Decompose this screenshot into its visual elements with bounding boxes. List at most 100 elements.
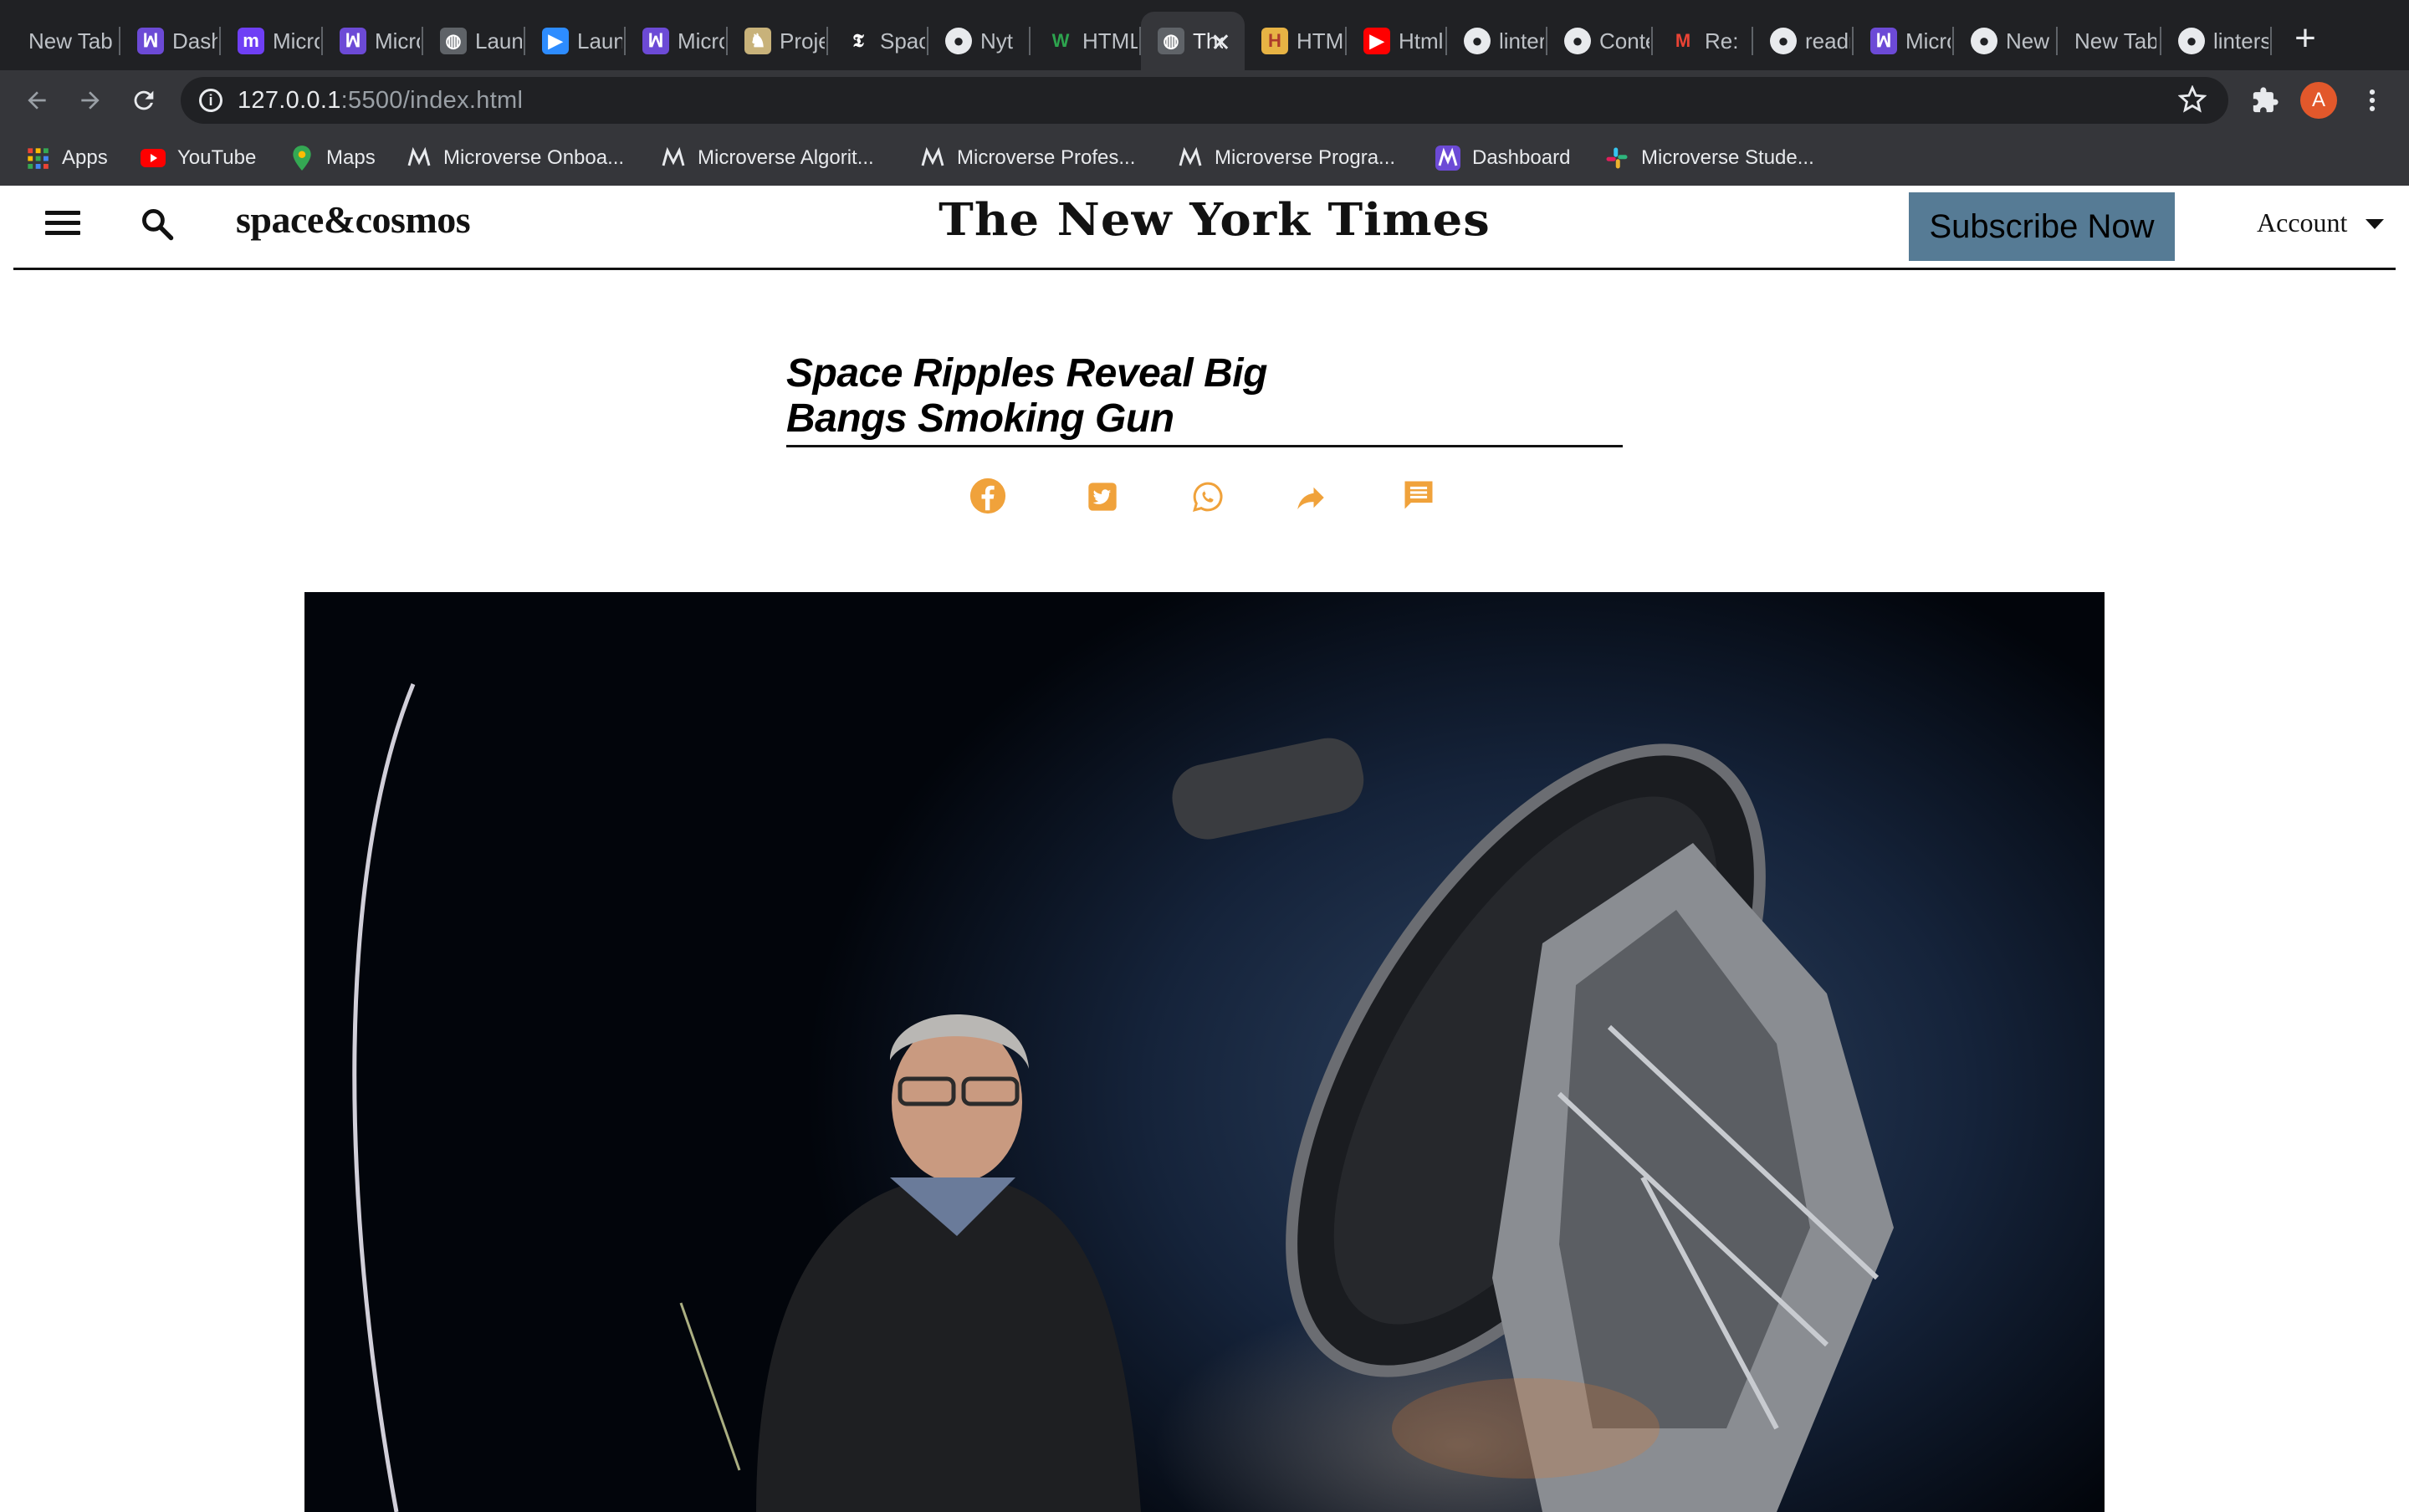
close-tab-icon[interactable]: ✕	[1210, 28, 1231, 58]
tab-title: Microverse	[375, 28, 420, 54]
bookmark-star-icon[interactable]	[2177, 84, 2207, 118]
tab-title: Launch	[475, 28, 522, 54]
browser-tab[interactable]: W HTML	[1031, 12, 1141, 70]
bookmark-label: Apps	[62, 146, 108, 169]
browser-tab[interactable]: ● linters	[1447, 12, 1547, 70]
article-headline: Space Ripples Reveal Big Bangs Smoking G…	[786, 351, 1267, 441]
microverse-icon	[407, 146, 432, 171]
bookmark-item[interactable]: YouTube	[141, 142, 256, 174]
youtube-icon: ▶	[1363, 28, 1390, 54]
tab-title: New	[2006, 28, 2050, 54]
zoom-icon: ▶	[542, 28, 569, 54]
browser-tab[interactable]: H HTML	[1245, 12, 1347, 70]
bookmark-label: Microverse Stude...	[1641, 146, 1814, 169]
bookmark-item[interactable]: Microverse Onboa...	[407, 142, 624, 174]
share-arrow-icon[interactable]	[1293, 477, 1328, 519]
bookmark-label: Microverse Algorit...	[698, 146, 874, 169]
project-icon: ♞	[744, 28, 771, 54]
bookmarks-bar: Apps YouTube Maps Microverse Onboa... Microv…	[0, 130, 2409, 186]
github-icon: ●	[1464, 28, 1491, 54]
tab-title: Contents	[1599, 28, 1649, 54]
back-button[interactable]	[18, 82, 55, 119]
bookmark-label: Maps	[326, 146, 376, 169]
microverse-icon	[1435, 146, 1460, 171]
browser-tab[interactable]: ꟽ Microverse	[323, 12, 423, 70]
profile-avatar[interactable]: A	[2300, 82, 2337, 119]
browser-tab[interactable]: ◍The New York Times✕	[1141, 12, 1245, 70]
tab-title: Space	[880, 28, 925, 54]
bookmark-label: YouTube	[177, 146, 257, 169]
bookmark-item[interactable]: Microverse Progra...	[1178, 142, 1395, 174]
browser-tab[interactable]: ● linters	[2161, 12, 2272, 70]
browser-tab[interactable]: New Tab	[2058, 12, 2161, 70]
forward-button[interactable]	[72, 82, 109, 119]
maps-pin-icon	[289, 146, 315, 171]
reload-icon	[134, 90, 154, 110]
whatsapp-icon[interactable]	[1191, 477, 1225, 518]
github-icon: ●	[1770, 28, 1797, 54]
browser-tab[interactable]: ● New	[1954, 12, 2058, 70]
browser-tab[interactable]: ꟽ Microverse	[626, 12, 728, 70]
microverse-icon: ꟽ	[340, 28, 366, 54]
new-tab-button[interactable]: +	[2285, 18, 2325, 59]
bookmark-item[interactable]: Maps	[289, 142, 376, 174]
browser-tab[interactable]: ▶ Html	[1347, 12, 1447, 70]
bookmark-item[interactable]: Microverse Algorit...	[661, 142, 874, 174]
microverse-icon: ꟽ	[1870, 28, 1897, 54]
browser-tab[interactable]: ● Nyt	[928, 12, 1031, 70]
hero-photo	[304, 592, 2105, 1512]
reload-button[interactable]	[125, 82, 162, 119]
tab-title: Re:	[1705, 28, 1739, 54]
caret-down-icon[interactable]	[2366, 219, 2384, 229]
bookmark-item[interactable]: Microverse Stude...	[1604, 142, 1814, 174]
hamburger-menu-icon[interactable]	[45, 211, 80, 239]
subscribe-button[interactable]: Subscribe Now	[1909, 192, 2175, 261]
browser-tab[interactable]: 𝕿 Space	[828, 12, 928, 70]
globe-icon: ◍	[440, 28, 467, 54]
account-menu[interactable]: Account	[2257, 207, 2347, 238]
search-icon[interactable]	[139, 206, 176, 247]
browser-tab[interactable]: ● readme	[1753, 12, 1854, 70]
microverse-icon	[920, 146, 945, 171]
bookmark-item[interactable]: Microverse Profes...	[920, 142, 1135, 174]
forward-arrow-icon	[81, 91, 100, 110]
extensions-button[interactable]	[2247, 82, 2284, 119]
tab-title: Microverse	[678, 28, 724, 54]
browser-tab[interactable]: M Re:	[1653, 12, 1753, 70]
section-name[interactable]: space&cosmos	[236, 197, 471, 242]
bookmark-label: Dashboard	[1472, 146, 1571, 169]
tab-title: linters	[1499, 28, 1544, 54]
nyt-logo[interactable]: The New York Times	[880, 194, 1549, 247]
browser-toolbar: i 127.0.0.1:5500/index.html A	[0, 70, 2409, 130]
share-bar	[954, 477, 1455, 527]
puzzle-icon	[2253, 87, 2279, 113]
comment-icon[interactable]	[1400, 477, 1437, 518]
browser-tab[interactable]: New Tab	[12, 12, 120, 70]
twitter-icon[interactable]	[1086, 477, 1119, 518]
browser-tab[interactable]: ♞ Project	[728, 12, 828, 70]
browser-tab[interactable]: ▶ Launch	[525, 12, 626, 70]
browser-tab[interactable]: ◍ Launch	[423, 12, 525, 70]
microverse-icon: ꟽ	[137, 28, 164, 54]
browser-tab[interactable]: ꟽ Dashboard	[120, 12, 221, 70]
bookmark-item[interactable]: Apps	[25, 142, 108, 174]
kebab-menu-icon	[2369, 89, 2376, 112]
telescope-photo-illustration	[352, 683, 1894, 1512]
browser-tab[interactable]: ● Contents	[1547, 12, 1653, 70]
github-icon: ●	[1971, 28, 1997, 54]
browser-menu-button[interactable]	[2354, 82, 2391, 119]
tab-strip: New TabꟽDashboardmMicroverseꟽMicroverse◍…	[0, 0, 2409, 70]
bookmark-label: Microverse Onboa...	[443, 146, 625, 169]
url-text[interactable]: 127.0.0.1:5500/index.html	[238, 87, 523, 115]
browser-tab[interactable]: ꟽ Microverse	[1854, 12, 1954, 70]
bookmark-item[interactable]: Dashboard	[1435, 142, 1570, 174]
site-info-icon[interactable]: i	[199, 89, 222, 112]
facebook-icon[interactable]	[969, 477, 1007, 519]
slack-icon	[1604, 146, 1629, 171]
tab-title: Project	[780, 28, 825, 54]
microverse-icon	[1178, 146, 1203, 171]
tab-title: New Tab	[2074, 28, 2156, 54]
github-icon: ●	[2178, 28, 2205, 54]
address-bar[interactable]: i 127.0.0.1:5500/index.html	[181, 77, 2228, 124]
browser-tab[interactable]: m Microverse	[221, 12, 323, 70]
